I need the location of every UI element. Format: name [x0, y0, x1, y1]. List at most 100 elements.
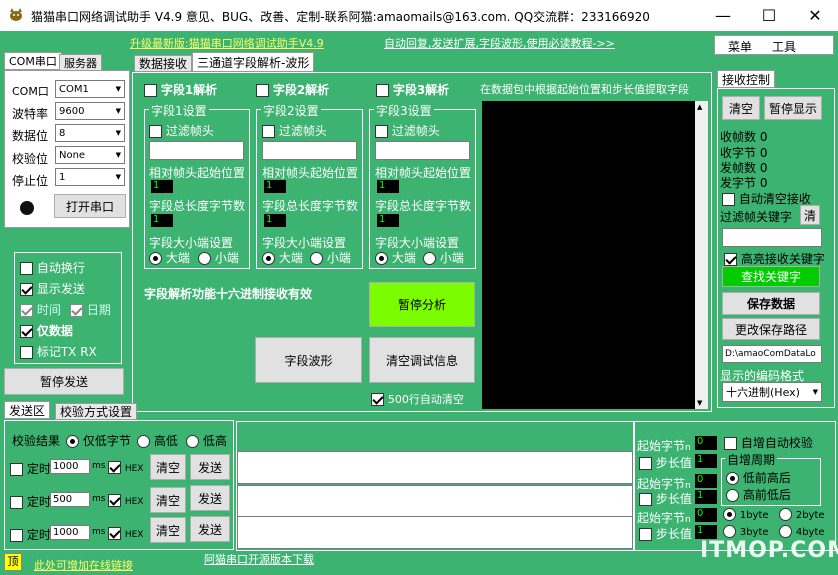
- tag-txrx-checkbox[interactable]: 标记TX RX: [20, 343, 97, 360]
- pause-analysis-button[interactable]: 暂停分析: [369, 282, 475, 327]
- three-byte-radio[interactable]: 3byte: [723, 524, 769, 538]
- field3-big-endian-radio[interactable]: 大端: [375, 249, 416, 266]
- field2-enable-checkbox[interactable]: 字段2解析: [256, 81, 329, 98]
- send-text-input-1[interactable]: [237, 451, 633, 484]
- field1-length-input[interactable]: 1: [151, 214, 173, 227]
- field3-filter-checkbox[interactable]: 过滤帧头: [375, 122, 440, 139]
- field2-frame-header-input[interactable]: [262, 141, 357, 160]
- open-source-download-link[interactable]: 阿猫串口开源版本下载: [204, 551, 314, 567]
- show-send-checkbox[interactable]: 显示发送: [20, 280, 85, 297]
- field-waveform-button[interactable]: 字段波形: [255, 337, 362, 383]
- low-high-radio[interactable]: 低高: [186, 432, 227, 449]
- step-input-2[interactable]: 1: [695, 490, 717, 504]
- timer-checkbox-3[interactable]: 定时: [10, 526, 51, 543]
- timer-interval-input-3[interactable]: 1000: [50, 525, 90, 540]
- field1-little-endian-radio[interactable]: 小端: [198, 249, 239, 266]
- field2-little-endian-radio[interactable]: 小端: [310, 249, 351, 266]
- tab-send-area[interactable]: 发送区: [4, 401, 51, 419]
- save-path-input[interactable]: D:\amaoComDataLo: [722, 345, 822, 363]
- open-port-button[interactable]: 打开串口: [54, 194, 126, 218]
- field3-little-endian-radio[interactable]: 小端: [423, 249, 464, 266]
- auto-clear-receive-checkbox[interactable]: 自动清空接收: [722, 190, 811, 207]
- clear-receive-button[interactable]: 清空: [722, 96, 760, 120]
- upgrade-link[interactable]: 升级最新版:猫猫串口网络调试助手V4.9: [130, 35, 324, 51]
- scroll-up-icon[interactable]: ▲: [697, 103, 702, 111]
- stop-bits-select[interactable]: 1 ▼: [55, 168, 125, 186]
- menu-item[interactable]: 菜单: [728, 38, 752, 55]
- field3-frame-header-input[interactable]: [375, 141, 470, 160]
- hex-checkbox-3[interactable]: HEX: [108, 526, 143, 540]
- two-byte-radio[interactable]: 2byte: [779, 507, 825, 521]
- field1-big-endian-radio[interactable]: 大端: [149, 249, 190, 266]
- tab-server[interactable]: 服务器: [59, 54, 102, 71]
- send-button-3[interactable]: 发送: [190, 516, 230, 542]
- auto-clear-500-checkbox[interactable]: 500行自动清空: [371, 391, 464, 407]
- field1-filter-checkbox[interactable]: 过滤帧头: [149, 122, 214, 139]
- scroll-down-icon[interactable]: ▼: [697, 399, 702, 407]
- date-checkbox[interactable]: 日期: [70, 301, 111, 318]
- low-first-radio[interactable]: 低前高后: [726, 469, 791, 486]
- auto-increment-checkbox[interactable]: 自增自动校验: [724, 434, 813, 451]
- encoding-select[interactable]: 十六进制(Hex) ▼: [722, 382, 822, 402]
- highlight-keyword-checkbox[interactable]: 高亮接收关键字: [724, 250, 825, 267]
- clear-send-button-1[interactable]: 清空: [150, 454, 186, 480]
- send-text-input-2[interactable]: [237, 485, 633, 518]
- field2-length-input[interactable]: 1: [264, 214, 286, 227]
- timer-checkbox-2[interactable]: 定时: [10, 493, 51, 510]
- step-input-3[interactable]: 1: [695, 525, 717, 539]
- debug-scrollbar[interactable]: ▲ ▼: [695, 101, 708, 409]
- field2-filter-checkbox[interactable]: 过滤帧头: [262, 122, 327, 139]
- field1-frame-header-input[interactable]: [149, 141, 244, 160]
- clear-debug-button[interactable]: 清空调试信息: [369, 337, 475, 383]
- four-byte-radio[interactable]: 4byte: [779, 524, 825, 538]
- one-byte-radio[interactable]: 1byte: [723, 507, 769, 521]
- send-button-1[interactable]: 发送: [190, 454, 230, 480]
- clear-send-button-2[interactable]: 清空: [150, 487, 186, 513]
- field2-big-endian-radio[interactable]: 大端: [262, 249, 303, 266]
- tab-three-channel-parse[interactable]: 三通道字段解析-波形: [192, 52, 315, 72]
- debug-output-area[interactable]: ▲ ▼: [482, 101, 708, 409]
- high-low-radio[interactable]: 高低: [137, 432, 178, 449]
- tab-receive-control[interactable]: 接收控制: [717, 70, 776, 88]
- filter-keyword-input[interactable]: [722, 228, 822, 247]
- low-only-radio[interactable]: 仅低字节: [66, 432, 131, 449]
- high-first-radio[interactable]: 高前低后: [726, 486, 791, 503]
- tab-data-receive[interactable]: 数据接收: [134, 55, 193, 72]
- hex-checkbox-1[interactable]: HEX: [108, 460, 143, 474]
- field3-enable-checkbox[interactable]: 字段3解析: [376, 81, 449, 98]
- data-bits-select[interactable]: 8 ▼: [55, 124, 125, 142]
- tutorial-link[interactable]: 自动回复,发送扩展,字段波形,使用必读教程->>: [384, 35, 615, 51]
- field2-offset-input[interactable]: 1: [264, 180, 286, 193]
- pause-display-button[interactable]: 暂停显示: [764, 96, 822, 120]
- timer-checkbox-1[interactable]: 定时: [10, 460, 51, 477]
- field1-enable-checkbox[interactable]: 字段1解析: [144, 81, 217, 98]
- timer-interval-input-1[interactable]: 1000: [50, 459, 90, 474]
- tab-checksum-mode[interactable]: 校验方式设置: [55, 403, 138, 420]
- tab-com[interactable]: COM串口: [4, 52, 62, 70]
- field3-offset-input[interactable]: 1: [377, 180, 399, 193]
- time-checkbox[interactable]: 时间: [20, 301, 61, 318]
- maximize-button[interactable]: ☐: [746, 0, 792, 31]
- start-byte-input-1[interactable]: 0: [695, 436, 717, 450]
- online-link[interactable]: 此处可增加在线链接: [34, 557, 133, 573]
- step-checkbox-1[interactable]: 步长值: [639, 454, 692, 471]
- auto-wrap-checkbox[interactable]: 自动换行: [20, 259, 85, 276]
- baud-select[interactable]: 9600 ▼: [55, 102, 125, 120]
- minimize-button[interactable]: —: [700, 0, 746, 31]
- pause-send-button[interactable]: 暂停发送: [4, 368, 124, 395]
- start-byte-input-2[interactable]: 0: [695, 474, 717, 488]
- send-text-input-3[interactable]: [237, 516, 633, 549]
- pin-top-button[interactable]: 顶: [4, 553, 22, 571]
- change-save-path-button[interactable]: 更改保存路径: [722, 318, 820, 340]
- step-checkbox-3[interactable]: 步长值: [639, 525, 692, 542]
- step-input-1[interactable]: 1: [695, 454, 717, 468]
- send-button-2[interactable]: 发送: [190, 485, 230, 511]
- port-select[interactable]: COM1 ▼: [55, 80, 125, 98]
- find-keyword-button[interactable]: 查找关键字: [722, 266, 820, 287]
- step-checkbox-2[interactable]: 步长值: [639, 490, 692, 507]
- clear-keyword-button[interactable]: 清: [800, 205, 820, 225]
- timer-interval-input-2[interactable]: 500: [50, 492, 90, 507]
- close-button[interactable]: ✕: [792, 0, 838, 31]
- data-only-checkbox[interactable]: 仅数据: [20, 322, 73, 339]
- field3-length-input[interactable]: 1: [377, 214, 399, 227]
